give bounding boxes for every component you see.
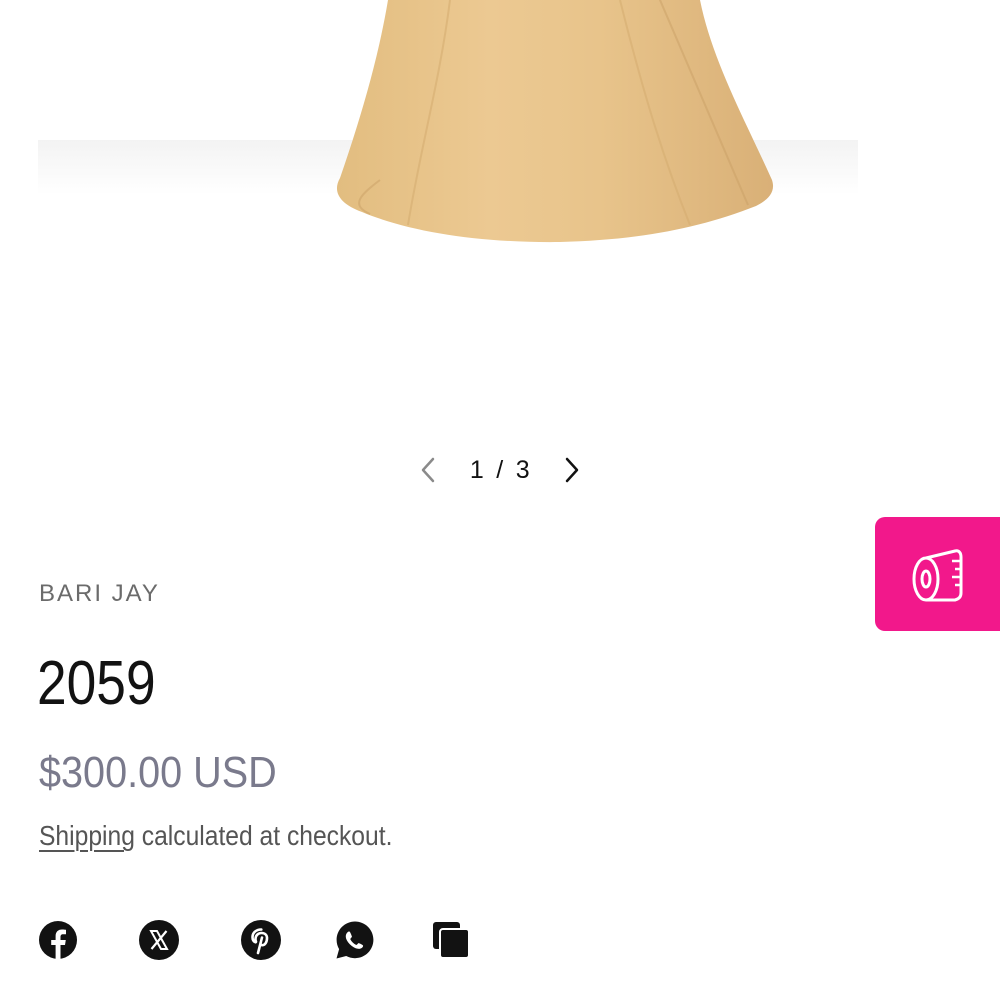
product-price: $300.00 USD xyxy=(39,748,277,797)
slide-counter: 1 / 3 xyxy=(470,456,530,485)
product-page: 1 / 3 BARI JAY 2059 $300.00 USD Shipping… xyxy=(0,0,1000,1000)
share-whatsapp-button[interactable] xyxy=(335,920,375,960)
slide-separator: / xyxy=(496,455,504,484)
whatsapp-icon xyxy=(336,921,374,959)
shipping-note: Shipping calculated at checkout. xyxy=(39,820,392,852)
chevron-right-icon xyxy=(565,457,579,483)
measuring-tape-icon xyxy=(912,549,963,602)
share-facebook-button[interactable] xyxy=(38,920,78,960)
previous-slide-button[interactable] xyxy=(406,448,450,492)
shipping-note-text: calculated at checkout. xyxy=(134,820,393,851)
dress-image xyxy=(38,0,858,243)
share-pinterest-button[interactable] xyxy=(241,920,281,960)
product-vendor: BARI JAY xyxy=(39,580,160,607)
product-image[interactable] xyxy=(0,0,1000,420)
product-title: 2059 xyxy=(37,649,156,718)
pinterest-icon xyxy=(241,920,281,960)
copy-link-icon xyxy=(433,922,470,959)
slider-controls: 1 / 3 xyxy=(400,448,600,492)
x-icon xyxy=(139,920,179,960)
slide-total: 3 xyxy=(515,455,531,484)
share-x-button[interactable] xyxy=(139,920,179,960)
slide-current: 1 xyxy=(469,455,485,484)
chevron-left-icon xyxy=(421,457,435,483)
facebook-icon xyxy=(39,921,77,960)
share-buttons xyxy=(38,920,478,960)
shipping-link[interactable]: Shipping xyxy=(39,820,135,851)
size-guide-button[interactable] xyxy=(875,517,1000,631)
next-slide-button[interactable] xyxy=(550,448,594,492)
copy-link-button[interactable] xyxy=(432,920,472,960)
